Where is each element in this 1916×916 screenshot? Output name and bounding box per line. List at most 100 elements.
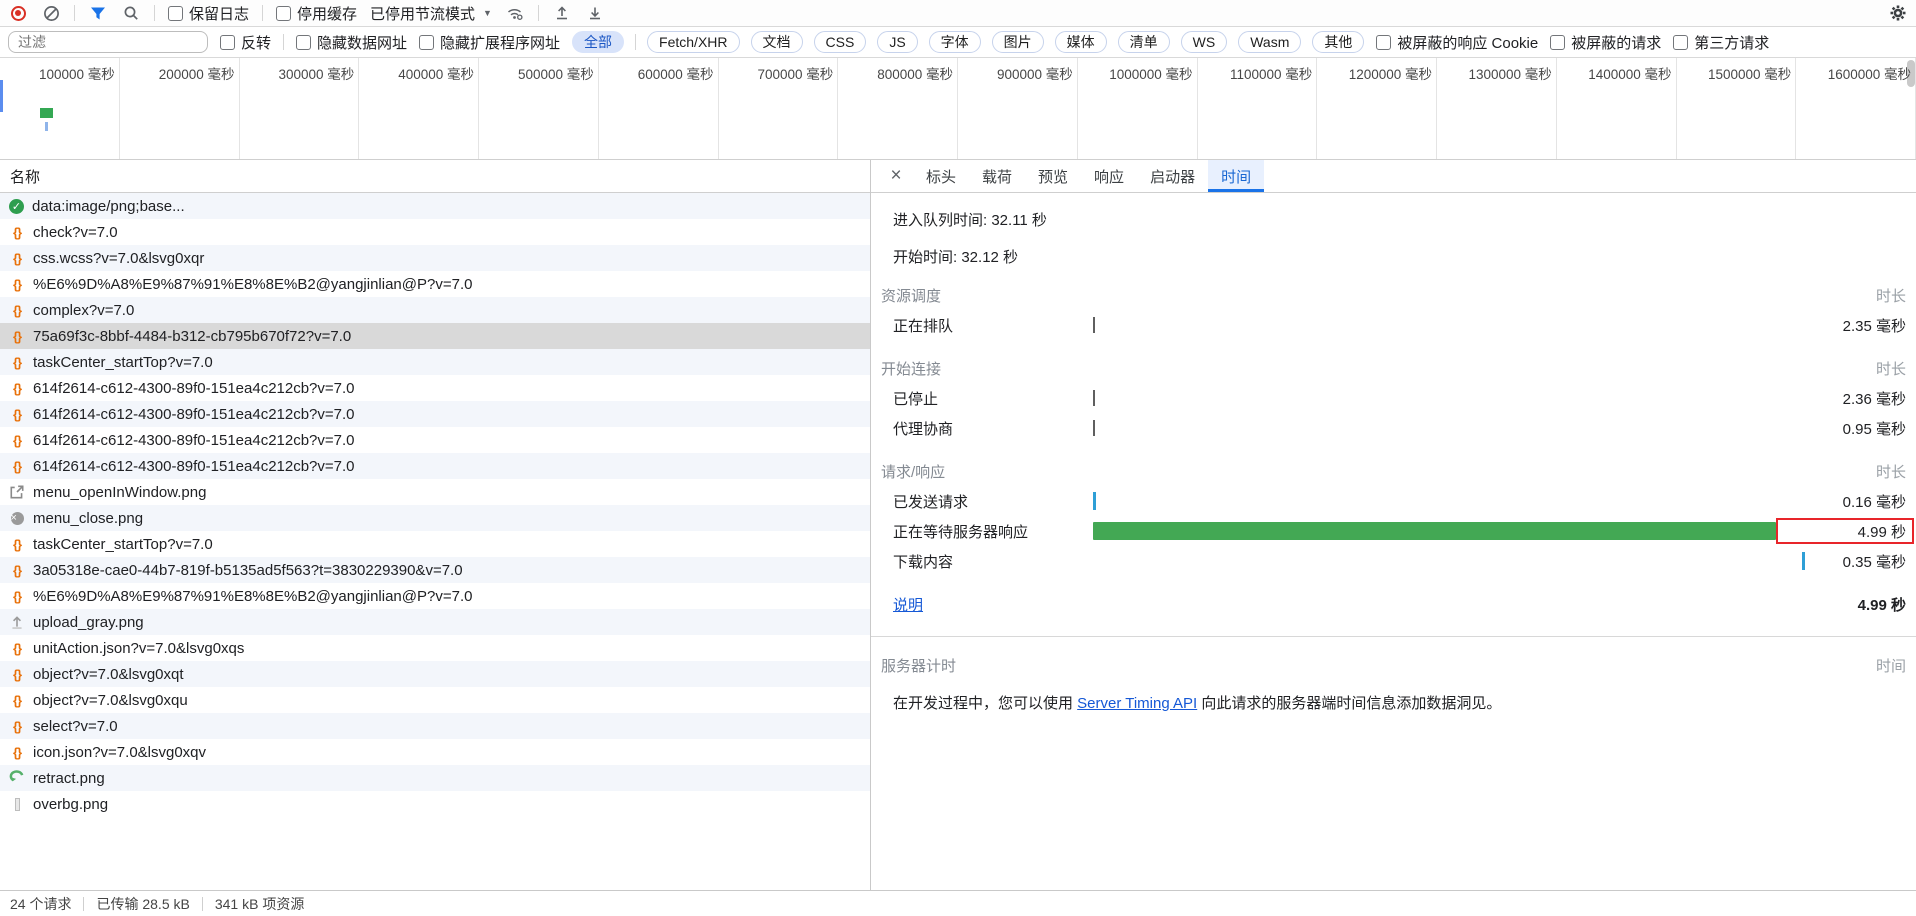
request-name: %E6%9D%A8%E9%87%91%E8%8E%B2@yangjinlian@… [33, 275, 473, 293]
request-row[interactable]: {} 614f2614-c612-4300-89f0-151ea4c212cb?v… [0, 401, 870, 427]
search-button[interactable] [121, 3, 141, 23]
request-row[interactable]: {} %E6%9D%A8%E9%87%91%E8%8E%B2@yangjinlia… [0, 583, 870, 609]
overview-time-label: 900000 毫秒 [996, 67, 1073, 82]
record-icon [10, 5, 26, 21]
request-row[interactable]: ✓ data:image/png;base... [0, 193, 870, 219]
filter-chip-字体[interactable]: 字体 [928, 31, 981, 53]
timing-label: 正在排队 [893, 317, 954, 335]
tab-时间[interactable]: 时间 [1208, 160, 1265, 192]
request-row[interactable]: menu_openInWindow.png [0, 479, 870, 505]
request-name: complex?v=7.0 [33, 301, 135, 319]
overview-column: 1500000 毫秒 [1677, 58, 1797, 159]
request-row[interactable]: {} 3a05318e-cae0-44b7-819f-b5135ad5f563?t… [0, 557, 870, 583]
request-row[interactable]: upload_gray.png [0, 609, 870, 635]
request-row[interactable]: × menu_close.png [0, 505, 870, 531]
tab-启动器[interactable]: 启动器 [1137, 160, 1208, 192]
script-file-icon: {} [12, 640, 22, 656]
timing-value-text: 0.95 毫秒 [1842, 420, 1906, 438]
filter-chip-图片[interactable]: 图片 [991, 31, 1044, 53]
request-row[interactable]: {} icon.json?v=7.0&lsvg0xqv [0, 739, 870, 765]
duration-column-header: 时长 [1875, 287, 1906, 305]
filter-chip-Fetch/XHR[interactable]: Fetch/XHR [647, 31, 740, 53]
timing-value-text: 0.35 毫秒 [1842, 553, 1906, 571]
request-name: %E6%9D%A8%E9%87%91%E8%8E%B2@yangjinlian@… [33, 587, 473, 605]
filter-chip-JS[interactable]: JS [877, 31, 918, 53]
timing-tick-icon [1093, 390, 1095, 406]
network-conditions-button[interactable] [505, 3, 525, 23]
request-row[interactable]: {} %E6%9D%A8%E9%87%91%E8%8E%B2@yangjinlia… [0, 271, 870, 297]
filter-input[interactable] [8, 31, 208, 53]
third-party-checkbox[interactable] [1673, 34, 1689, 50]
name-column-header[interactable]: 名称 [0, 160, 870, 193]
request-row[interactable]: {} taskCenter_startTop?v=7.0 [0, 349, 870, 375]
request-row[interactable]: {} 614f2614-c612-4300-89f0-151ea4c212cb?v… [0, 375, 870, 401]
preserve-log-checkbox[interactable] [168, 5, 183, 21]
request-name: css.wcss?v=7.0&lsvg0xqr [33, 249, 205, 267]
invert-filter-checkbox[interactable] [220, 34, 235, 50]
request-name: retract.png [33, 769, 105, 787]
filter-chip-其他[interactable]: 其他 [1312, 31, 1365, 53]
disable-cache-checkbox[interactable] [276, 5, 292, 21]
request-row[interactable]: {} css.wcss?v=7.0&lsvg0xqr [0, 245, 870, 271]
record-button[interactable] [8, 3, 28, 23]
hide-extension-urls-checkbox[interactable] [419, 34, 435, 50]
throttling-select[interactable]: 已停用节流模式 ▼ [370, 3, 492, 24]
filter-chip-文档[interactable]: 文档 [750, 31, 803, 53]
image-upload-icon [12, 616, 22, 629]
filter-chip-全部[interactable]: 全部 [572, 31, 625, 53]
tab-标头[interactable]: 标头 [913, 160, 969, 192]
overview-ruler[interactable]: 100000 毫秒 200000 毫秒 300000 毫秒 400000 毫秒 5000… [0, 58, 1916, 160]
request-row[interactable]: {} 614f2614-c612-4300-89f0-151ea4c212cb?v… [0, 427, 870, 453]
tab-预览[interactable]: 预览 [1025, 160, 1081, 192]
filter-toggle-button[interactable] [88, 3, 108, 23]
timing-waterfall-zone [1093, 492, 1776, 510]
filter-chip-CSS[interactable]: CSS [813, 31, 867, 53]
timing-section-header: 资源调度 时长 [871, 280, 1916, 310]
request-row[interactable]: {} object?v=7.0&lsvg0xqt [0, 661, 870, 687]
import-har-button[interactable] [552, 3, 572, 23]
close-details-button[interactable]: × [879, 160, 913, 192]
settings-button[interactable] [1888, 3, 1908, 23]
overview-time-label: 200000 毫秒 [158, 67, 235, 82]
clear-button[interactable] [41, 3, 61, 23]
success-check-icon: ✓ [9, 198, 24, 214]
export-har-button[interactable] [585, 3, 605, 23]
script-file-icon: {} [12, 302, 22, 318]
timing-section-header: 请求/响应 时长 [871, 456, 1916, 486]
overview-column: 1000000 毫秒 [1078, 58, 1198, 159]
filter-chip-Wasm[interactable]: Wasm [1238, 31, 1302, 53]
started-at-label: 开始时间: [893, 249, 958, 266]
server-timing-api-link[interactable]: Server Timing API [1077, 695, 1197, 712]
request-row[interactable]: {} object?v=7.0&lsvg0xqu [0, 687, 870, 713]
filter-chip-清单[interactable]: 清单 [1117, 31, 1170, 53]
tab-载荷[interactable]: 载荷 [969, 160, 1025, 192]
overview-column: 800000 毫秒 [838, 58, 958, 159]
overview-time-label: 100000 毫秒 [38, 67, 115, 82]
request-row[interactable]: {} taskCenter_startTop?v=7.0 [0, 531, 870, 557]
filter-chip-WS[interactable]: WS [1180, 31, 1228, 53]
request-row[interactable]: overbg.png [0, 791, 870, 817]
timing-value-text: 4.99 秒 [1857, 523, 1906, 541]
request-row[interactable]: {} check?v=7.0 [0, 219, 870, 245]
hide-data-urls-checkbox[interactable] [296, 34, 312, 50]
script-file-icon: {} [12, 432, 22, 448]
server-timing-text-before: 在开发过程中，您可以使用 [893, 695, 1078, 712]
filter-chip-媒体[interactable]: 媒体 [1054, 31, 1107, 53]
blocked-cookies-checkbox[interactable] [1376, 34, 1392, 50]
explanation-link[interactable]: 说明 [893, 597, 923, 614]
script-file-icon: {} [12, 692, 22, 708]
timing-tick-icon [1093, 492, 1096, 510]
overview-column: 900000 毫秒 [958, 58, 1078, 159]
request-row[interactable]: {} complex?v=7.0 [0, 297, 870, 323]
request-row[interactable]: {} select?v=7.0 [0, 713, 870, 739]
toolbar-divider [262, 5, 264, 21]
request-row[interactable]: retract.png [0, 765, 870, 791]
blocked-requests-checkbox[interactable] [1550, 34, 1566, 50]
request-row[interactable]: {} 75a69f3c-8bbf-4484-b312-cb795b670f72?v… [0, 323, 870, 349]
request-row[interactable]: {} unitAction.json?v=7.0&lsvg0xqs [0, 635, 870, 661]
tab-响应[interactable]: 响应 [1081, 160, 1137, 192]
script-file-icon: {} [12, 458, 22, 474]
overview-column: 1300000 毫秒 [1437, 58, 1557, 159]
invert-filter-label: 反转 [241, 34, 272, 52]
request-row[interactable]: {} 614f2614-c612-4300-89f0-151ea4c212cb?v… [0, 453, 870, 479]
